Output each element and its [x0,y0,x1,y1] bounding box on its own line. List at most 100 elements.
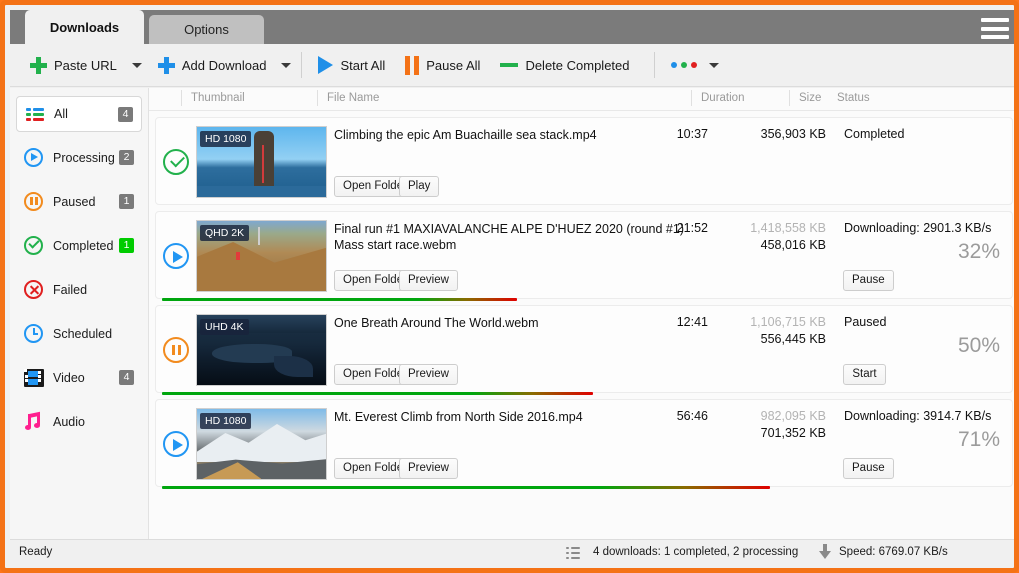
sidebar-item-all[interactable]: All 4 [16,96,142,132]
paste-url-button[interactable]: Paste URL [24,49,123,81]
tab-options[interactable]: Options [149,15,264,44]
main-toolbar: Paste URL Add Download Start All Pause A… [10,44,1014,87]
file-name: Climbing the epic Am Buachaille sea stac… [334,128,597,142]
plus-icon [30,56,47,74]
thumbnail-image[interactable]: HD 1080 [196,408,327,480]
duration-value: 12:41 [676,315,708,329]
progress-percent: 32% [957,240,1000,263]
sidebar-item-scheduled[interactable]: Scheduled [16,316,142,352]
pause-all-button[interactable]: Pause All [399,49,486,81]
status-speed: Speed: 6769.07 KB/s [818,543,948,560]
sidebar-item-badge: 4 [118,107,133,122]
play-circle-icon[interactable] [163,243,189,269]
preview-button[interactable]: Preview [399,458,458,479]
sidebar-item-label: Completed [53,239,114,253]
sidebar-item-label: Video [53,371,85,385]
add-download-button[interactable]: Add Download [152,49,273,81]
size-total-value: 982,095 KB [760,409,826,423]
tab-downloads[interactable]: Downloads [25,10,144,44]
sidebar: All 4 Processing 2 Paused 1 Completed 1 Failed Sc… [10,88,149,550]
sidebar-item-completed[interactable]: Completed 1 [16,228,142,264]
list-icon [566,543,586,561]
pause-button[interactable]: Pause [843,458,894,479]
status-speed-text: Speed: 6769.07 KB/s [839,545,948,558]
sidebar-item-paused[interactable]: Paused 1 [16,184,142,220]
sidebar-item-label: Failed [53,283,88,297]
pause-circle-icon [24,192,44,212]
file-name: Mt. Everest Climb from North Side 2016.m… [334,410,583,424]
table-row[interactable]: UHD 4K One Breath Around The World.webm 12… [155,305,1013,395]
check-circle-icon[interactable] [163,149,189,175]
plus-icon [157,56,175,74]
error-circle-icon [24,280,44,300]
download-arrow-icon [818,543,832,560]
status-text: Paused [844,315,887,329]
status-text: Completed [844,127,905,141]
table-row[interactable]: HD 1080 Climbing the epic Am Buachaille s… [155,117,1013,205]
add-download-label: Add Download [181,57,267,73]
column-header-size[interactable]: Size [788,90,821,106]
hamburger-menu-icon[interactable] [981,18,1009,39]
file-name: Final run #1 MAXIAVALANCHE ALPE D'HUEZ 2… [334,222,684,252]
quality-badge: HD 1080 [200,413,252,429]
progress-bar [162,486,771,489]
size-downloaded-value: 356,903 KB [760,127,826,141]
size-downloaded-value: 701,352 KB [760,426,826,440]
delete-completed-button[interactable]: Delete Completed [494,49,635,81]
tab-bar: Downloads Options [10,10,1014,44]
table-row[interactable]: QHD 2K Final run #1 MAXIAVALANCHE ALPE D'… [155,211,1013,301]
tab-downloads-label: Downloads [49,19,120,35]
thumbnail-image[interactable]: QHD 2K [196,220,327,292]
more-dots-icon [670,62,697,68]
pause-all-label: Pause All [426,57,481,73]
column-header-filename[interactable]: File Name [316,90,379,106]
preview-button[interactable]: Preview [399,270,458,291]
film-icon [24,369,44,387]
sidebar-item-badge: 1 [119,194,134,209]
sidebar-item-label: Paused [53,195,96,209]
add-download-dropdown-icon[interactable] [281,62,292,68]
start-button[interactable]: Start [843,364,886,385]
status-ready-text: Ready [19,545,53,558]
start-all-button[interactable]: Start All [312,49,391,81]
status-downloads-summary-text: 4 downloads: 1 completed, 2 processing [593,545,799,558]
play-button[interactable]: Play [399,176,440,197]
size-total-value: 1,418,558 KB [750,221,826,235]
pause-circle-icon[interactable] [163,337,189,363]
sidebar-item-badge: 4 [119,370,134,385]
paste-url-dropdown-icon[interactable] [131,62,142,68]
quality-badge: QHD 2K [200,225,250,241]
column-header-duration[interactable]: Duration [690,90,744,106]
progress-percent: 50% [957,334,1000,357]
status-text: Downloading: 2901.3 KB/s [844,221,992,235]
toolbar-separator [653,52,655,78]
status-downloads-summary: 4 downloads: 1 completed, 2 processing [566,543,798,561]
minus-icon [500,63,519,67]
thumbnail-image[interactable]: UHD 4K [196,314,327,386]
music-note-icon [24,411,44,432]
play-circle-icon[interactable] [163,431,189,457]
sidebar-item-badge: 2 [119,150,134,165]
table-row[interactable]: HD 1080 Mt. Everest Climb from North Side… [155,399,1013,489]
tab-options-label: Options [184,22,229,37]
sidebar-item-processing[interactable]: Processing 2 [16,140,142,176]
sidebar-item-label: All [54,107,68,121]
more-options-dropdown-icon[interactable] [708,62,719,68]
sidebar-item-failed[interactable]: Failed [16,272,142,308]
column-header-status[interactable]: Status [837,92,870,104]
status-bar: Ready 4 downloads: 1 completed, 2 proces… [10,539,1014,563]
start-all-label: Start All [340,57,386,73]
more-options-button[interactable] [665,49,703,81]
play-circle-icon [24,148,44,168]
sidebar-item-audio[interactable]: Audio [16,404,142,440]
preview-button[interactable]: Preview [399,364,458,385]
thumbnail-image[interactable]: HD 1080 [196,126,327,198]
size-downloaded-value: 556,445 KB [760,332,826,346]
column-header-thumbnail[interactable]: Thumbnail [181,90,245,106]
pause-button[interactable]: Pause [843,270,894,291]
duration-value: 10:37 [676,127,708,141]
sidebar-item-video[interactable]: Video 4 [16,360,142,396]
progress-percent: 71% [957,428,1000,451]
quality-badge: HD 1080 [200,131,252,147]
play-icon [318,56,334,74]
